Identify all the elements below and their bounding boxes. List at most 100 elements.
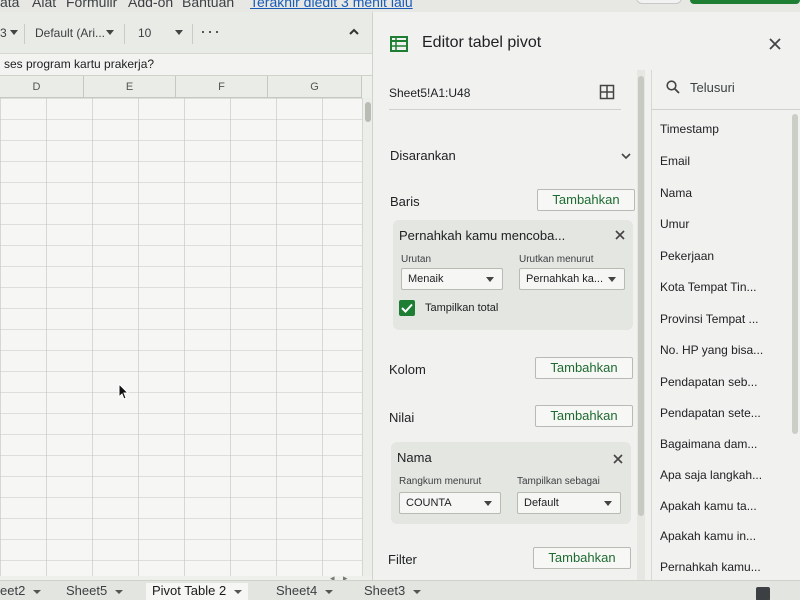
field-item[interactable]: Pekerjaan [660,249,780,263]
sort-by-select[interactable]: Pernahkah ka... [519,268,625,290]
column-header-f[interactable]: F [176,76,268,98]
chevron-down-icon [604,501,612,506]
order-select[interactable]: Menaik [401,268,503,290]
close-icon[interactable] [769,38,781,50]
row-field-card: Pernahkah kamu mencoba... Urutan Menaik … [393,220,633,330]
summarize-by-select[interactable]: COUNTA [399,492,501,514]
field-item[interactable]: Apakah kamu in... [660,529,780,543]
chevron-up-icon[interactable] [348,26,360,38]
close-icon[interactable] [615,230,625,240]
checkmark-icon [401,303,413,313]
menu-item-help[interactable]: Bantuan [182,0,234,10]
chevron-down-icon[interactable] [325,589,334,594]
row-field-title: Pernahkah kamu mencoba... [399,228,566,243]
sheet-tab[interactable]: Sheet5 [66,583,124,600]
close-icon[interactable] [613,454,623,464]
scrollbar-thumb[interactable] [638,76,644,516]
data-range-field[interactable]: Sheet5!A1:U48 [389,84,621,110]
field-item[interactable]: Email [660,154,780,168]
field-item[interactable]: Timestamp [660,122,780,136]
add-column-button[interactable]: Tambahkan [535,357,633,379]
menu-item-forms[interactable]: Formulir [66,0,117,10]
config-scrollbar[interactable] [637,70,645,580]
scrollbar-thumb[interactable] [365,102,371,122]
field-item[interactable]: Apa saja langkah... [660,468,780,482]
summarize-by-value: COUNTA [406,497,452,509]
chevron-down-icon[interactable] [106,30,114,35]
menu-item-addons[interactable]: Add-on [128,0,173,10]
column-header-g[interactable]: G [268,76,362,98]
menu-bar: ata Alat Formulir Add-on Bantuan Terakhi… [0,0,800,12]
field-item[interactable]: Umur [660,217,780,231]
chevron-down-icon[interactable] [413,589,422,594]
sheet-tab-label: Sheet3 [364,583,406,598]
order-label: Urutan [401,254,432,265]
chevron-down-icon[interactable] [621,152,631,160]
share-button[interactable] [690,0,800,4]
value-field-title: Nama [397,450,432,465]
explore-button[interactable] [756,587,770,600]
chevron-down-icon[interactable] [33,589,42,594]
show-totals-checkbox[interactable] [399,300,415,316]
chevron-down-icon[interactable] [10,30,18,35]
menu-item-tools[interactable]: Alat [32,0,56,10]
show-totals-label: Tampilkan total [425,302,499,314]
font-size-select[interactable]: 10 [138,26,151,40]
show-as-select[interactable]: Default [517,492,621,514]
field-item[interactable]: No. HP yang bisa... [660,343,780,357]
sheet-tab[interactable]: Sheet4 [276,583,334,600]
field-item[interactable]: Apakah kamu ta... [660,499,780,513]
add-filter-button[interactable]: Tambahkan [533,547,631,569]
mouse-pointer-icon [118,383,130,400]
sheet-tab-label: eet2 [0,583,26,598]
toolbar-divider [192,24,193,44]
last-edit-link[interactable]: Terakhir diedit 3 menit lalu [250,0,413,10]
columns-section-label: Kolom [389,362,426,377]
sheet-tab[interactable]: eet2 [0,583,42,600]
sheet-tab-active[interactable]: Pivot Table 2 [146,583,249,600]
toolbar-divider [24,24,25,44]
chevron-down-icon[interactable] [234,589,243,594]
values-section-label: Nilai [389,410,415,425]
sheet-tab-label: Pivot Table 2 [152,583,227,598]
column-header-d[interactable]: D [0,76,84,98]
spreadsheet-grid[interactable] [0,98,362,576]
field-item[interactable]: Provinsi Tempat ... [660,312,780,326]
toolbar: 3 Default (Ari... 10 ··· [0,12,372,54]
field-item[interactable]: Pendapatan sete... [660,406,780,420]
field-item[interactable]: Kota Tempat Tin... [660,280,780,294]
pivot-config-area: Sheet5!A1:U48 Disarankan Baris Tambahkan… [373,70,645,580]
pivot-editor-header: Editor tabel pivot [373,12,800,70]
field-item[interactable]: Nama [660,186,780,200]
field-item[interactable]: Pendapatan seb... [660,375,780,389]
font-family-select[interactable]: Default (Ari... [35,26,105,40]
sheet-tab[interactable]: Sheet3 [364,583,422,600]
comment-history-button[interactable] [636,0,682,4]
fields-scrollbar-thumb[interactable] [792,114,798,434]
suggested-section-label[interactable]: Disarankan [390,148,456,163]
column-header-e[interactable]: E [84,76,176,98]
show-as-label: Tampilkan sebagai [517,476,600,487]
column-headers: D E F G [0,76,362,98]
menu-item-data[interactable]: ata [0,0,19,10]
more-options-button[interactable]: ··· [200,21,221,42]
pivot-table-icon [390,36,408,52]
chevron-down-icon[interactable] [115,589,124,594]
pivot-editor-panel: Editor tabel pivot Sheet5!A1:U48 Disaran… [372,12,800,580]
field-item[interactable]: Bagaimana dam... [660,437,780,451]
summarize-by-label: Rangkum menurut [399,476,482,487]
chevron-down-icon [486,277,494,282]
grid-vertical-scrollbar[interactable] [362,98,372,576]
toolbar-partial-control[interactable]: 3 [0,26,7,40]
add-value-button[interactable]: Tambahkan [535,405,633,427]
sheet-tabs-bar: eet2 Sheet5 Pivot Table 2 Sheet4 Sheet3 [0,580,800,600]
field-item[interactable]: Pernahkah kamu... [660,560,780,574]
search-icon [666,80,680,94]
add-row-button[interactable]: Tambahkan [537,189,635,211]
sort-by-value: Pernahkah ka... [526,273,604,285]
sheet-tab-label: Sheet4 [276,583,318,598]
chevron-down-icon[interactable] [175,30,183,35]
select-range-icon[interactable] [599,84,615,100]
field-search-box[interactable]: Telusuri [652,70,800,110]
formula-bar[interactable]: ses program kartu prakerja? [0,54,372,76]
